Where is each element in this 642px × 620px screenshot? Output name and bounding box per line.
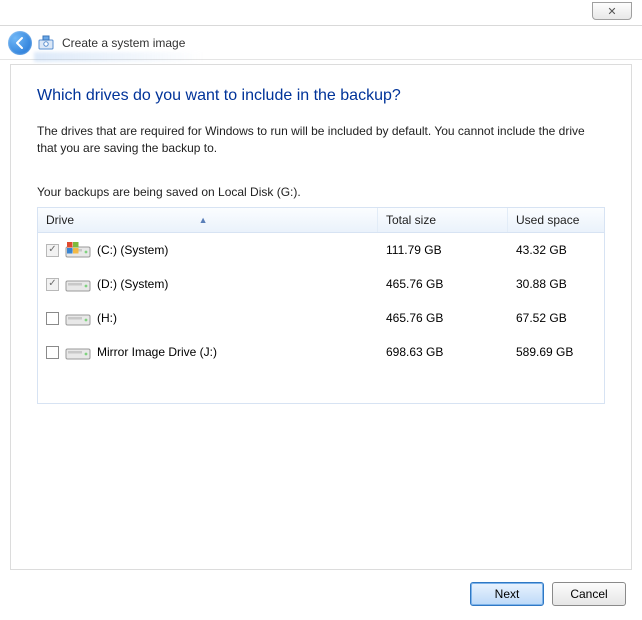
table-row[interactable]: Mirror Image Drive (J:) 698.63 GB589.69 G…: [38, 335, 604, 369]
cell-total: 698.63 GB: [378, 345, 508, 359]
cell-total: 465.76 GB: [378, 311, 508, 325]
titlebar: ✕: [0, 0, 642, 26]
context-icon: [38, 34, 56, 52]
drives-table: Drive ▲ Total size Used space ✓ (C:) (Sys…: [37, 207, 605, 404]
check-icon: ✓: [48, 279, 56, 289]
page-description: The drives that are required for Windows…: [37, 123, 605, 158]
col-header-total[interactable]: Total size: [378, 208, 508, 232]
cell-used: 67.52 GB: [508, 311, 604, 325]
navbar: Create a system image: [0, 26, 642, 60]
close-button[interactable]: ✕: [592, 2, 632, 20]
drive-label: Mirror Image Drive (J:): [97, 345, 217, 359]
cell-drive: ✓ (D:) (System): [38, 274, 378, 294]
next-button[interactable]: Next: [470, 582, 544, 606]
col-header-drive[interactable]: Drive ▲: [38, 208, 378, 232]
nav-title: Create a system image: [62, 36, 185, 50]
include-checkbox: ✓: [46, 244, 59, 257]
table-header[interactable]: Drive ▲ Total size Used space: [38, 208, 604, 233]
system-drive-icon: [65, 240, 91, 260]
col-header-total-label: Total size: [386, 213, 436, 227]
include-checkbox[interactable]: [46, 312, 59, 325]
col-header-used-label: Used space: [516, 213, 579, 227]
table-body: ✓ (C:) (System) 111.79 GB43.32 GB ✓ (D:) (Sy…: [38, 233, 604, 403]
include-checkbox[interactable]: [46, 346, 59, 359]
include-checkbox: ✓: [46, 278, 59, 291]
drive-label: (H:): [97, 311, 117, 325]
table-row[interactable]: ✓ (C:) (System) 111.79 GB43.32 GB: [38, 233, 604, 267]
content-frame: Which drives do you want to include in t…: [10, 64, 632, 570]
cell-used: 30.88 GB: [508, 277, 604, 291]
sort-indicator-icon: ▲: [199, 215, 208, 225]
back-button[interactable]: [8, 31, 32, 55]
cell-drive: (H:): [38, 308, 378, 328]
drive-label: (C:) (System): [97, 243, 168, 257]
back-arrow-icon: [13, 36, 27, 50]
cell-used: 43.32 GB: [508, 243, 604, 257]
drive-icon: [65, 308, 91, 328]
saving-location-line: Your backups are being saved on Local Di…: [37, 184, 605, 201]
drive-label: (D:) (System): [97, 277, 168, 291]
check-icon: ✓: [48, 245, 56, 255]
col-header-used[interactable]: Used space: [508, 208, 604, 232]
table-row[interactable]: ✓ (D:) (System) 465.76 GB30.88 GB: [38, 267, 604, 301]
cell-total: 465.76 GB: [378, 277, 508, 291]
cell-drive: Mirror Image Drive (J:): [38, 342, 378, 362]
cancel-button[interactable]: Cancel: [552, 582, 626, 606]
wizard-actions: Next Cancel: [470, 582, 626, 606]
cell-used: 589.69 GB: [508, 345, 604, 359]
drive-icon: [65, 274, 91, 294]
close-icon: ✕: [607, 5, 616, 18]
cell-total: 111.79 GB: [378, 243, 508, 257]
drive-icon: [65, 342, 91, 362]
page-heading: Which drives do you want to include in t…: [37, 87, 605, 105]
table-row[interactable]: (H:) 465.76 GB67.52 GB: [38, 301, 604, 335]
cell-drive: ✓ (C:) (System): [38, 240, 378, 260]
col-header-drive-label: Drive: [46, 213, 74, 227]
